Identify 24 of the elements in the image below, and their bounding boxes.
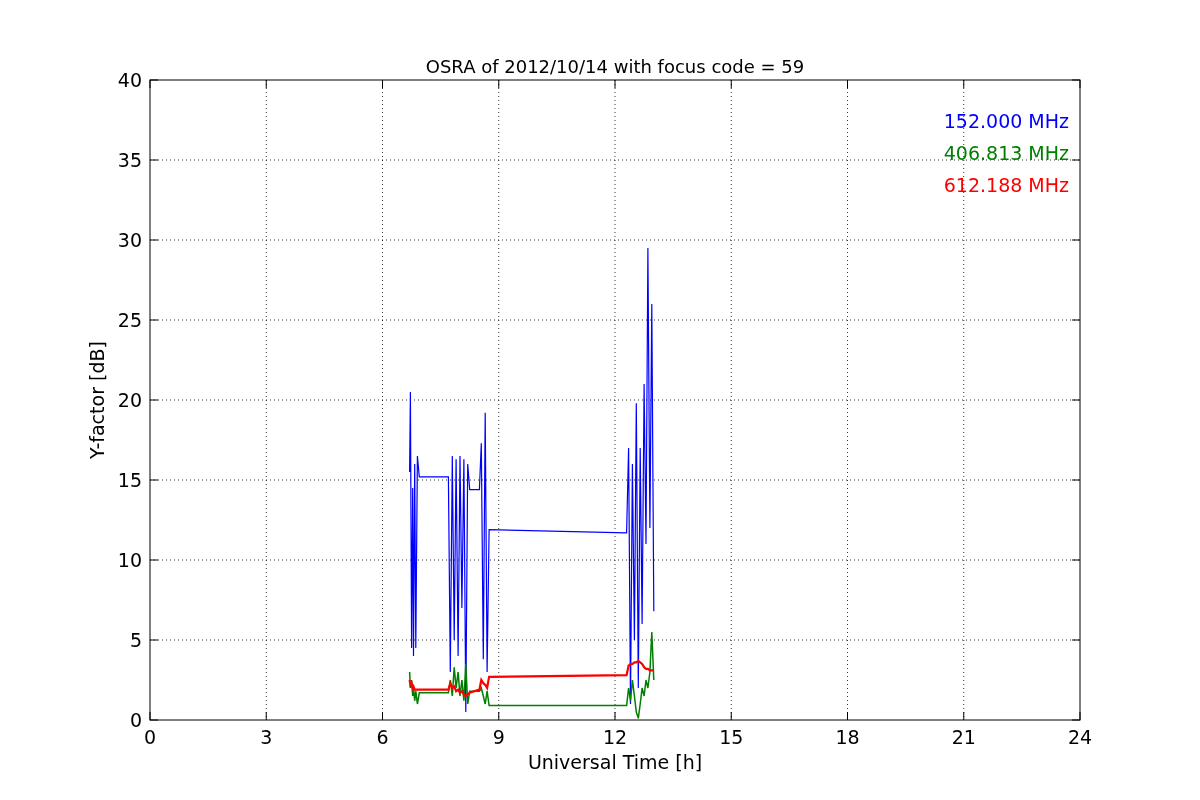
y-tick-label: 40 (117, 69, 142, 91)
x-axis-label: Universal Time [h] (527, 751, 703, 773)
y-tick-label: 35 (117, 149, 142, 171)
x-tick-label: 15 (719, 726, 744, 748)
x-tick-label: 9 (492, 726, 505, 748)
chart-title: OSRA of 2012/10/14 with focus code = 59 (425, 56, 805, 77)
x-tick-label: 12 (602, 726, 628, 748)
legend-entry: 406.813 MHz (943, 142, 1069, 164)
x-tick-label: 6 (376, 726, 389, 748)
x-tick-label: 18 (835, 726, 860, 748)
y-tick-label: 25 (117, 309, 142, 331)
y-tick-label: 5 (129, 629, 142, 651)
x-tick-label: 24 (1067, 726, 1093, 748)
y-tick-label: 0 (129, 709, 142, 731)
y-tick-label: 15 (117, 469, 142, 491)
x-tick-label: 0 (143, 726, 157, 748)
y-tick-label: 30 (117, 229, 142, 251)
legend-entry: 612.188 MHz (943, 174, 1069, 196)
y-tick-label: 10 (117, 549, 142, 571)
legend-entry: 152.000 MHz (943, 110, 1069, 132)
y-axis-label: Y-factor [dB] (86, 341, 108, 459)
x-tick-label: 21 (951, 726, 976, 748)
x-tick-label: 3 (260, 726, 273, 748)
y-tick-label: 20 (117, 389, 142, 411)
